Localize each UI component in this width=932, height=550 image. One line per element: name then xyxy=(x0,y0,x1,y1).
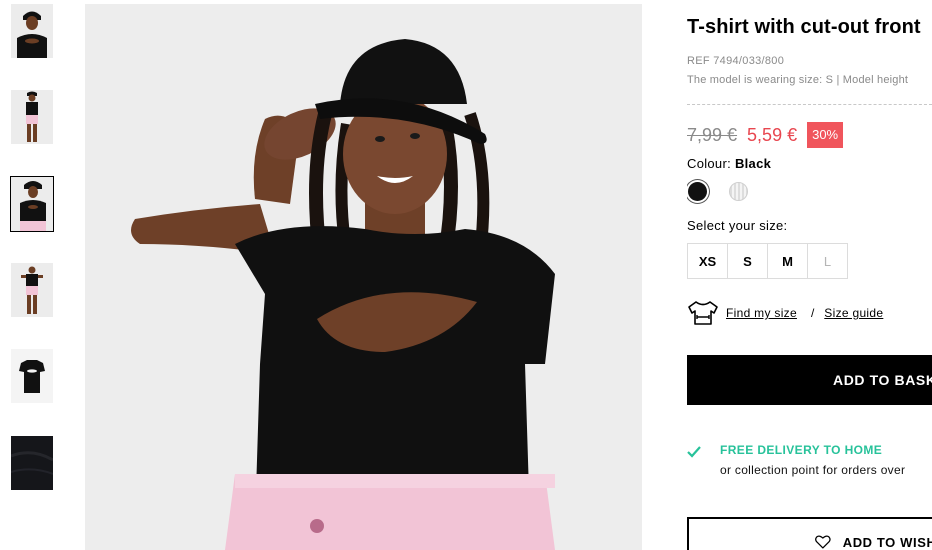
size-option-l[interactable]: L xyxy=(807,243,848,279)
sale-price: 5,59 € xyxy=(747,124,798,145)
thumbnail-fullbody-1-image xyxy=(11,90,53,144)
product-details-panel: T-shirt with cut-out front REF 7494/033/… xyxy=(687,0,932,550)
thumbnail-fullbody-2-image xyxy=(11,263,53,317)
discount-badge: 30% xyxy=(807,122,844,148)
find-my-size-link[interactable]: Find my size xyxy=(726,306,797,320)
size-selector: XS S M L xyxy=(687,243,848,279)
size-option-s[interactable]: S xyxy=(727,243,768,279)
thumbnail-closeup[interactable] xyxy=(11,4,53,58)
selected-colour: Black xyxy=(734,156,772,171)
heart-icon xyxy=(815,535,831,549)
size-help-row: Find my size / Size guide xyxy=(687,298,883,328)
link-separator: / xyxy=(810,306,815,320)
thumbnail-fullbody-2[interactable] xyxy=(11,263,53,317)
main-product-image[interactable] xyxy=(85,4,642,550)
thumbnail-fabric-image xyxy=(11,436,53,490)
check-icon xyxy=(687,446,701,458)
thumbnail-fullbody-1[interactable] xyxy=(11,90,53,144)
size-label: Select your size: xyxy=(687,218,788,233)
original-price: 7,99 € xyxy=(687,124,738,145)
price-row: 7,99 € 5,59 € 30% xyxy=(687,121,844,149)
thumbnail-flatlay-image xyxy=(11,349,53,403)
model-size-info: The model is wearing size: S | Model hei… xyxy=(687,74,909,86)
thumbnail-closeup-image xyxy=(11,4,53,58)
free-delivery-subtitle: or collection point for orders over xyxy=(720,463,906,477)
product-title: T-shirt with cut-out front xyxy=(687,16,921,38)
thumbnail-flatlay[interactable] xyxy=(11,349,53,403)
size-option-m[interactable]: M xyxy=(767,243,808,279)
size-option-xs[interactable]: XS xyxy=(687,243,728,279)
thumbnail-strip xyxy=(0,0,64,550)
divider xyxy=(687,104,932,105)
model-photo-illustration xyxy=(85,4,642,550)
tshirt-measure-icon xyxy=(688,301,718,325)
add-to-basket-button[interactable]: ADD TO BASKE xyxy=(687,355,932,405)
colour-swatch-black[interactable] xyxy=(688,182,707,201)
add-to-wishlist-button[interactable]: ADD TO WISHL xyxy=(687,517,932,550)
product-reference: REF 7494/033/800 xyxy=(687,55,785,67)
colour-label: Colour: Black xyxy=(687,156,771,171)
free-delivery-title: FREE DELIVERY TO HOME xyxy=(720,443,883,457)
thumbnail-portrait[interactable] xyxy=(10,176,54,232)
colour-label-text: Colour: xyxy=(687,156,732,171)
size-guide-link[interactable]: Size guide xyxy=(824,306,883,320)
add-to-wishlist-label: ADD TO WISHL xyxy=(842,534,932,550)
colour-swatch-white[interactable] xyxy=(729,182,748,201)
thumbnail-fabric[interactable] xyxy=(11,436,53,490)
thumbnail-portrait-image xyxy=(11,177,53,231)
